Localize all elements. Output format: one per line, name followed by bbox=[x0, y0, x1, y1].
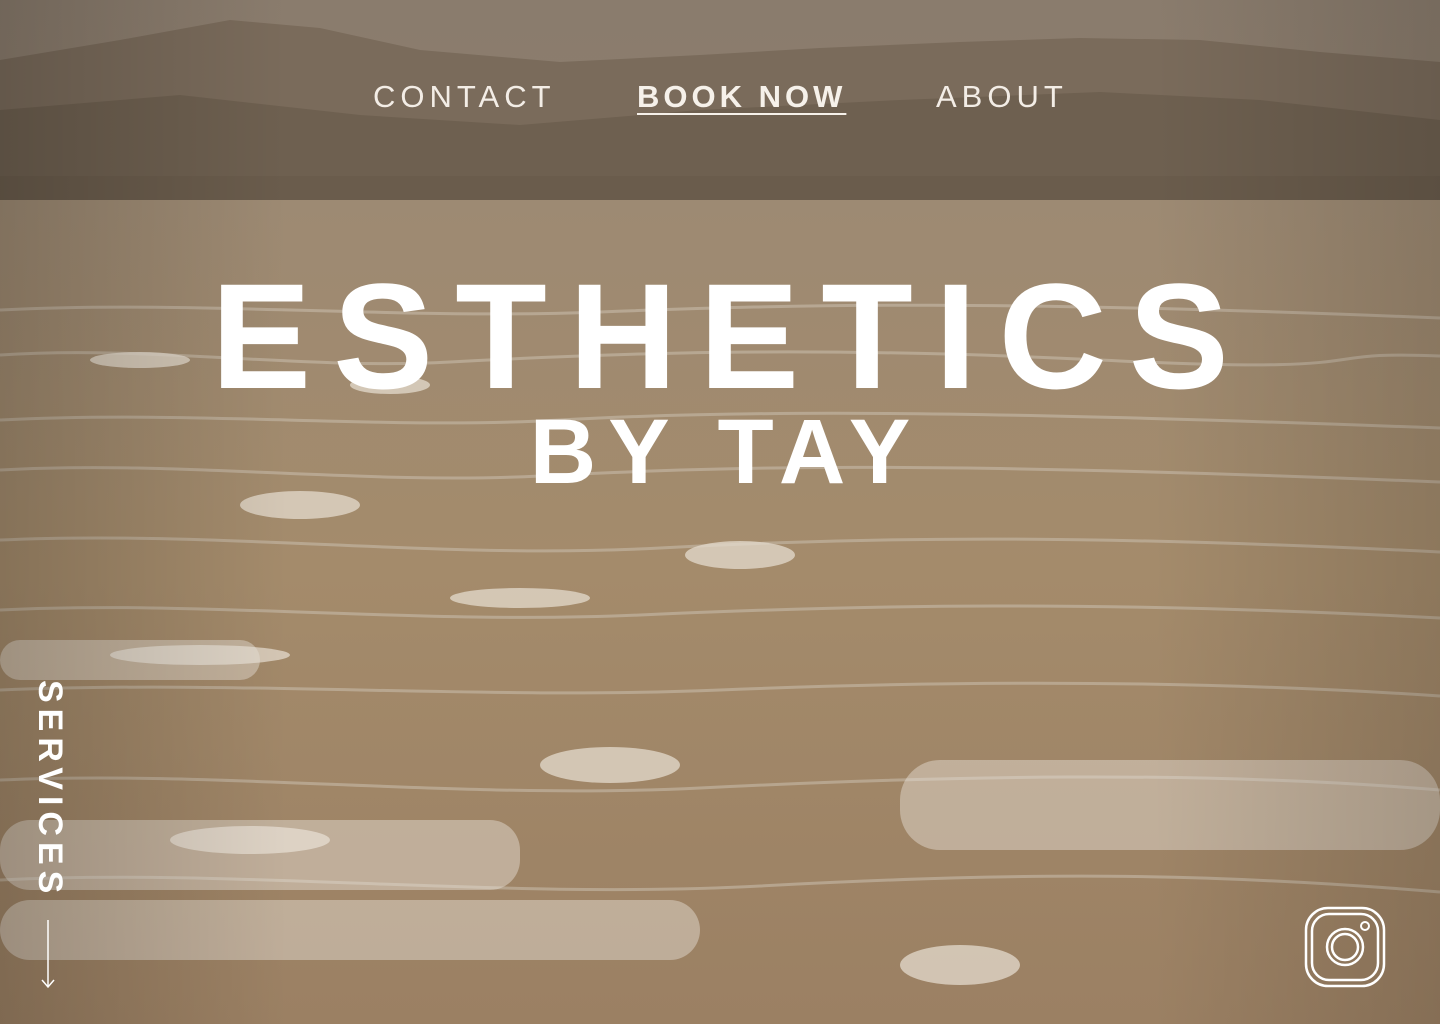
services-label: SERVICES bbox=[31, 680, 69, 900]
nav-contact-link[interactable]: CONTACT bbox=[373, 78, 556, 116]
top-navigation: CONTACT BOOK NOW ABOUT bbox=[0, 78, 1440, 118]
hero-title: ESTHETICS bbox=[211, 251, 1251, 420]
services-scroll-link[interactable]: SERVICES bbox=[20, 676, 80, 996]
hero-subtitle: BY TAY bbox=[529, 401, 923, 504]
arrow-down-icon bbox=[41, 920, 55, 989]
ocean-background-image bbox=[0, 0, 1440, 1024]
nav-book-now-link[interactable]: BOOK NOW bbox=[637, 78, 846, 116]
nav-about-link[interactable]: ABOUT bbox=[936, 78, 1068, 116]
hero-section: CONTACT BOOK NOW ABOUT ESTHETICS BY TAY … bbox=[0, 0, 1440, 1024]
instagram-icon[interactable] bbox=[1302, 904, 1388, 990]
